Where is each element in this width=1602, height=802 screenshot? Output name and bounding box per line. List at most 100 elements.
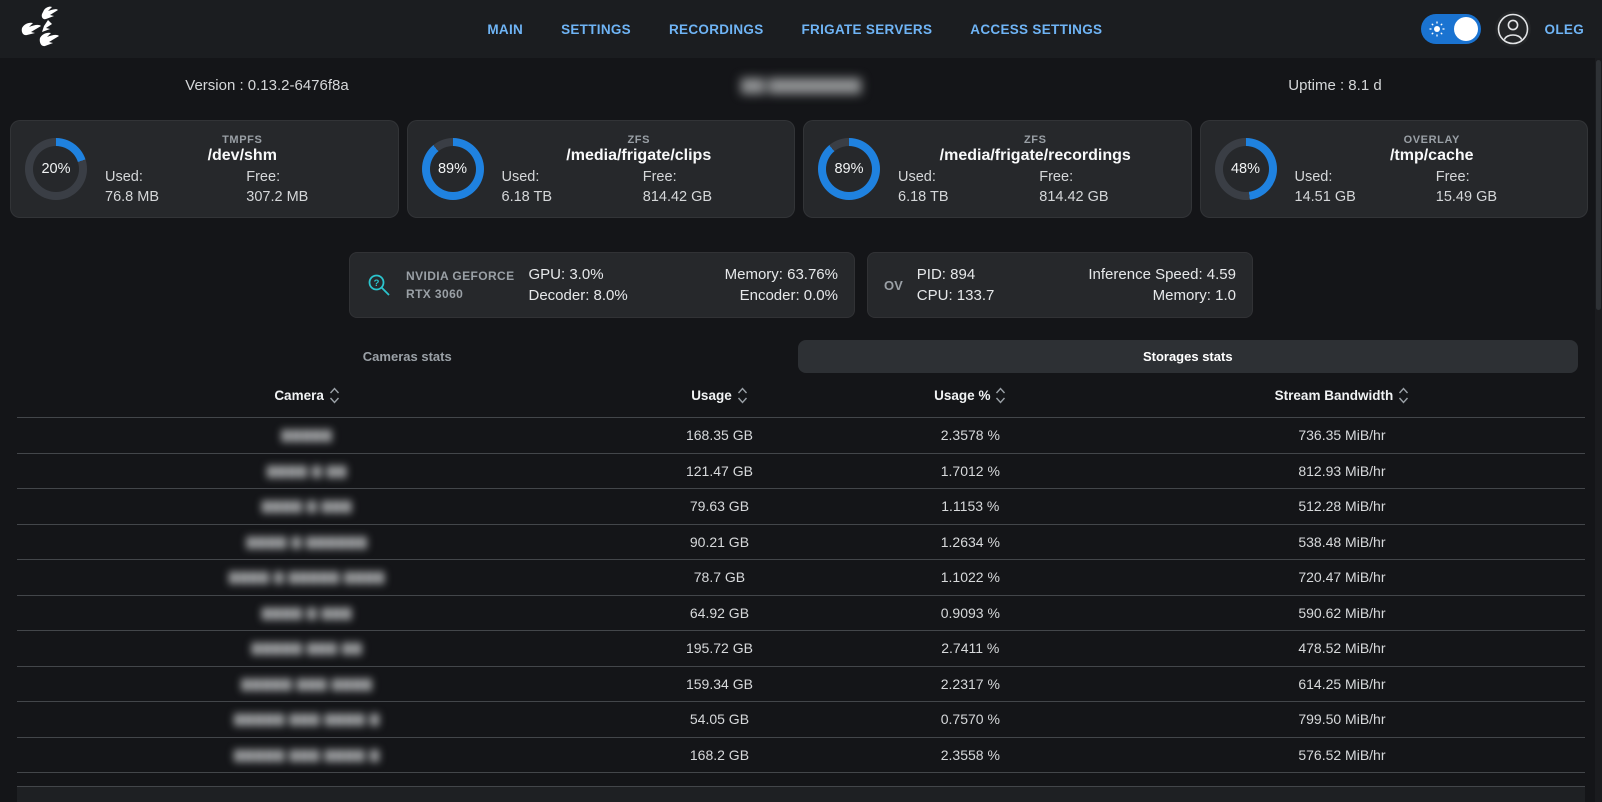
gpu-stats-card: ? NVIDIA GEFORCE RTX 3060 GPU: 3.0% Deco… [349, 252, 855, 318]
used-value: 76.8 MB [105, 189, 238, 205]
table-row: ▇▇▇▇ ▇ ▇▇▇64.92 GB0.9093 %590.62 MiB/hr [17, 595, 1585, 631]
table-row-partial-highlight [17, 786, 1585, 802]
tab-cameras-stats[interactable]: Cameras stats [17, 340, 798, 373]
svg-text:?: ? [374, 278, 380, 289]
table-header-row: Camera Usage Usage % Stream Bandwidth [17, 373, 1585, 417]
camera-name-blurred: ▇▇▇▇ ▇ ▇▇▇ [17, 499, 597, 513]
storage-type-label: TMPFS [101, 134, 384, 146]
uptime-label: Uptime : 8.1 d [1068, 77, 1602, 94]
storage-mount-path: /dev/shm [101, 147, 384, 165]
usage-donut-chart: 89% [818, 138, 880, 200]
usage-cell: 64.92 GB [597, 605, 842, 621]
main-navigation: MAIN SETTINGS RECORDINGS FRIGATE SERVERS… [487, 0, 1102, 58]
usage-donut-chart: 89% [422, 138, 484, 200]
usage-cell: 78.7 GB [597, 569, 842, 585]
username-label[interactable]: OLEG [1545, 22, 1584, 37]
used-label: Used: [502, 169, 635, 185]
free-label: Free: [643, 169, 776, 185]
table-row: ▇▇▇▇▇ ▇▇▇ ▇▇▇▇ ▇168.2 GB2.3558 %576.52 M… [17, 737, 1585, 773]
bandwidth-cell: 590.62 MiB/hr [1099, 605, 1585, 621]
storage-card-recordings: 89% ZFS /media/frigate/recordings Used: … [803, 120, 1192, 218]
sort-icon [1398, 387, 1409, 404]
nav-item-frigate-servers[interactable]: FRIGATE SERVERS [802, 22, 933, 37]
table-row: ▇▇▇▇▇ ▇▇▇ ▇▇▇▇159.34 GB2.2317 %614.25 Mi… [17, 666, 1585, 702]
header-camera[interactable]: Camera [17, 387, 597, 404]
usage-pct-cell: 0.9093 % [842, 605, 1099, 621]
free-label: Free: [1039, 169, 1172, 185]
table-row: ▇▇▇▇ ▇ ▇▇▇79.63 GB1.1153 %512.28 MiB/hr [17, 488, 1585, 524]
usage-pct-cell: 2.3558 % [842, 747, 1099, 763]
table-row: ▇▇▇▇▇168.35 GB2.3578 %736.35 MiB/hr [17, 417, 1585, 453]
table-row: ▇▇▇▇▇ ▇▇▇ ▇▇195.72 GB2.7411 %478.52 MiB/… [17, 630, 1585, 666]
gpu-decoder: Decoder: 8.0% [529, 287, 628, 304]
usage-donut-chart: 20% [25, 138, 87, 200]
detector-inference-speed: Inference Speed: 4.59 [1088, 266, 1236, 283]
table-row: ▇▇▇▇ ▇ ▇▇▇▇▇▇90.21 GB1.2634 %538.48 MiB/… [17, 524, 1585, 560]
nav-item-access-settings[interactable]: ACCESS SETTINGS [970, 22, 1102, 37]
person-icon [1496, 12, 1530, 46]
storage-mount-path: /tmp/cache [1291, 147, 1574, 165]
donut-percent-label: 89% [438, 161, 467, 177]
nav-item-settings[interactable]: SETTINGS [561, 22, 631, 37]
frigate-logo-icon[interactable] [18, 6, 66, 52]
bandwidth-cell: 736.35 MiB/hr [1099, 427, 1585, 443]
header-usage-pct[interactable]: Usage % [842, 387, 1099, 404]
sort-icon [995, 387, 1006, 404]
storage-mount-path: /media/frigate/clips [498, 147, 781, 165]
vertical-scrollbar [1595, 58, 1602, 802]
usage-pct-cell: 2.7411 % [842, 640, 1099, 656]
usage-cell: 79.63 GB [597, 498, 842, 514]
usage-pct-cell: 2.2317 % [842, 676, 1099, 692]
camera-name-blurred: ▇▇▇▇ ▇ ▇▇▇ [17, 606, 597, 620]
used-label: Used: [1295, 169, 1428, 185]
header-stream-bandwidth[interactable]: Stream Bandwidth [1099, 387, 1585, 404]
stats-tabs: Cameras stats Storages stats [17, 340, 1578, 373]
camera-name-blurred: ▇▇▇▇ ▇ ▇▇▇▇▇▇ [17, 535, 597, 549]
bandwidth-cell: 538.48 MiB/hr [1099, 534, 1585, 550]
camera-name-blurred: ▇▇▇▇▇ ▇▇▇ ▇▇ [17, 641, 597, 655]
camera-name-blurred: ▇▇▇▇▇ [17, 428, 597, 442]
table-row: ▇▇▇▇ ▇ ▇▇▇▇▇ ▇▇▇▇78.7 GB1.1022 %720.47 M… [17, 559, 1585, 595]
detector-cpu: CPU: 133.7 [917, 287, 995, 304]
bandwidth-cell: 576.52 MiB/hr [1099, 747, 1585, 763]
used-label: Used: [105, 169, 238, 185]
camera-name-blurred: ▇▇▇▇▇ ▇▇▇ ▇▇▇▇ [17, 677, 597, 691]
sun-icon [1429, 21, 1445, 37]
nav-item-main[interactable]: MAIN [487, 22, 523, 37]
user-avatar[interactable] [1495, 11, 1531, 47]
free-value: 814.42 GB [1039, 189, 1172, 205]
usage-pct-cell: 1.1153 % [842, 498, 1099, 514]
storage-type-label: ZFS [498, 134, 781, 146]
bandwidth-cell: 614.25 MiB/hr [1099, 676, 1585, 692]
usage-cell: 168.35 GB [597, 427, 842, 443]
gpu-name-label: NVIDIA GEFORCE RTX 3060 [406, 267, 515, 303]
process-cards-row: ? NVIDIA GEFORCE RTX 3060 GPU: 3.0% Deco… [0, 252, 1602, 318]
bandwidth-cell: 799.50 MiB/hr [1099, 711, 1585, 727]
nav-item-recordings[interactable]: RECORDINGS [669, 22, 764, 37]
camera-name-blurred: ▇▇▇▇ ▇ ▇▇▇▇▇ ▇▇▇▇ [17, 570, 597, 584]
donut-percent-label: 20% [41, 161, 70, 177]
detector-stats-card: OV PID: 894 CPU: 133.7 Inference Speed: … [867, 252, 1253, 318]
toggle-knob [1454, 17, 1478, 41]
used-value: 6.18 TB [502, 189, 635, 205]
usage-cell: 121.47 GB [597, 463, 842, 479]
scrollbar-thumb[interactable] [1596, 60, 1601, 310]
sort-icon [329, 387, 340, 404]
tab-storages-stats[interactable]: Storages stats [798, 340, 1579, 373]
storage-type-label: OVERLAY [1291, 134, 1574, 146]
usage-cell: 168.2 GB [597, 747, 842, 763]
usage-pct-cell: 1.1022 % [842, 569, 1099, 585]
theme-toggle[interactable] [1421, 14, 1481, 44]
usage-pct-cell: 1.2634 % [842, 534, 1099, 550]
table-row-partial [17, 772, 1585, 786]
donut-percent-label: 48% [1231, 161, 1260, 177]
storage-card-dev-shm: 20% TMPFS /dev/shm Used: Free: 76.8 MB 3… [10, 120, 399, 218]
gpu-search-icon: ? [366, 272, 392, 298]
free-value: 814.42 GB [643, 189, 776, 205]
storage-card-clips: 89% ZFS /media/frigate/clips Used: Free:… [407, 120, 796, 218]
header-usage[interactable]: Usage [597, 387, 842, 404]
gpu-encoder: Encoder: 0.0% [725, 287, 838, 304]
navbar: MAIN SETTINGS RECORDINGS FRIGATE SERVERS… [0, 0, 1602, 58]
storage-card-tmp-cache: 48% OVERLAY /tmp/cache Used: Free: 14.51… [1200, 120, 1589, 218]
usage-donut-chart: 48% [1215, 138, 1277, 200]
